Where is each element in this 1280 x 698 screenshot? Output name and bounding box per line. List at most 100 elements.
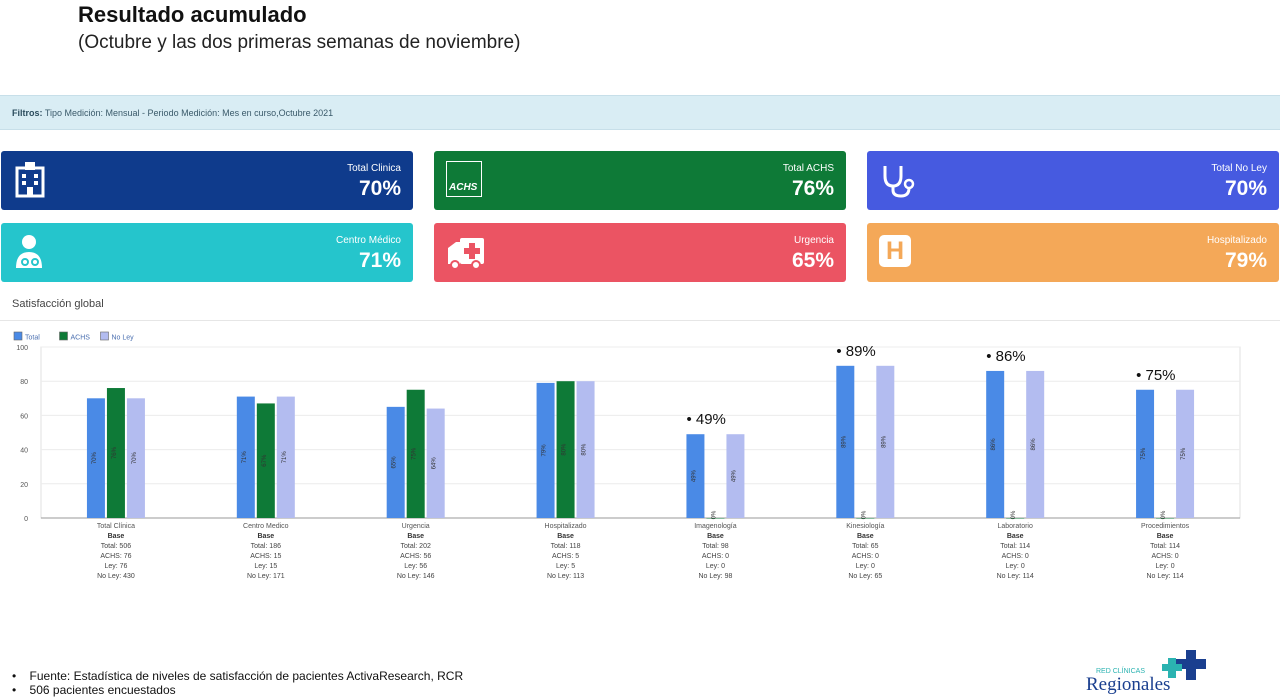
x-tick-label: Centro Medico (243, 523, 289, 530)
base-line: Total: 114 (1150, 543, 1180, 550)
base-line: Total: 118 (551, 543, 581, 550)
bar-value-label: 80% (582, 443, 588, 456)
x-tick-label: Procedimientos (1141, 523, 1190, 530)
base-line: ACHS: 0 (1002, 553, 1029, 560)
bar-value-label: 86% (991, 438, 997, 451)
legend-label: ACHS (71, 335, 91, 342)
base-line: Total: 98 (702, 543, 729, 550)
base-line: ACHS: 0 (702, 553, 729, 560)
kpi-card-total-no-ley[interactable]: Total No Ley 70% (867, 151, 1279, 210)
bar-value-label: 80% (562, 443, 568, 456)
chart-divider (0, 320, 1280, 321)
page-title: Resultado acumulado (78, 2, 307, 27)
base-line: Total: 202 (401, 543, 431, 550)
bar-value-label: 75% (412, 447, 418, 460)
bar-value-label: 70% (132, 451, 138, 464)
base-line: ACHS: 5 (552, 553, 579, 560)
kpi-value: 79% (1224, 249, 1267, 272)
base-title: Base (407, 533, 424, 540)
kpi-card-centro-medico[interactable]: Centro Médico 71% (1, 223, 413, 282)
kpi-label: Urgencia (793, 235, 834, 246)
base-line: ACHS: 0 (852, 553, 879, 560)
bar-value-label: 49% (731, 469, 737, 482)
y-tick-label: 60 (20, 413, 28, 420)
base-line: Total: 186 (251, 543, 281, 550)
filter-label: Filtros: (12, 108, 43, 118)
base-title: Base (707, 533, 724, 540)
base-line: Ley: 5 (556, 563, 575, 570)
base-line: No Ley: 171 (247, 573, 285, 580)
satisfaction-bar-chart: 0 20 40 60 80 100 Total ACHS No Ley 70% 76% 70% Tota… (13, 331, 1241, 580)
bar-value-label: 64% (432, 457, 438, 470)
kpi-label: Total No Ley (1211, 163, 1267, 174)
y-tick-label: 20 (20, 482, 28, 489)
legend-swatch (100, 331, 109, 341)
kpi-label: Centro Médico (335, 235, 401, 246)
logo-main-text: Regionales (1086, 674, 1170, 695)
callout-label: • 86% (986, 348, 1025, 365)
kpi-value: 70% (358, 177, 401, 200)
bar-value-label: 86% (1031, 438, 1037, 451)
x-tick-label: Urgencia (402, 523, 430, 530)
bar-value-label: 67% (262, 454, 268, 467)
red-clinicas-regionales-logo: RED CLÍNICAS Regionales (1086, 650, 1206, 695)
base-line: Ley: 76 (104, 563, 127, 570)
base-line: Ley: 0 (706, 563, 725, 570)
hospital-h-icon: H (879, 235, 911, 267)
kpi-card-total-clinica[interactable]: Total Clinica 70% (1, 151, 413, 210)
kpi-card-total-achs[interactable]: ACHS Total ACHS 76% (434, 151, 846, 210)
base-title: Base (557, 533, 574, 540)
page-subtitle: (Octubre y las dos primeras semanas de n… (78, 32, 521, 53)
bar-value-label: 75% (1141, 447, 1147, 460)
base-line: Ley: 56 (404, 563, 427, 570)
ambulance-icon (448, 238, 484, 270)
callout-label: • 89% (836, 343, 875, 360)
kpi-card-hospitalizado[interactable]: H Hospitalizado 79% (867, 223, 1279, 282)
base-line: No Ley: 114 (997, 573, 1034, 580)
bar-value-label: 0% (711, 510, 717, 519)
footer-source: • Fuente: Estadística de niveles de sati… (12, 669, 464, 683)
bar-value-label: 0% (1011, 510, 1017, 519)
base-line: No Ley: 430 (97, 573, 135, 580)
kpi-value: 70% (1224, 177, 1267, 200)
doctor-icon (16, 235, 42, 268)
kpi-card-urgencia[interactable]: Urgencia 65% (434, 223, 846, 282)
y-tick-label: 100 (16, 345, 28, 352)
kpi-value: 65% (791, 249, 834, 272)
callout-label: • 49% (686, 411, 725, 428)
kpi-value: 71% (358, 249, 401, 272)
achs-logo-text: ACHS (449, 182, 478, 193)
base-line: Total: 506 (101, 543, 131, 550)
legend-swatch (59, 331, 68, 341)
callout-label: • 75% (1136, 367, 1175, 384)
x-tick-label: Laboratorio (997, 523, 1033, 530)
bar-value-label: 70% (92, 451, 98, 464)
bar-value-label: 0% (861, 510, 867, 519)
stethoscope-icon (883, 166, 915, 198)
legend-label: Total (25, 335, 40, 342)
filter-value: Tipo Medición: Mensual - Periodo Medició… (44, 108, 334, 118)
base-title: Base (257, 533, 274, 540)
bar-value-label: 89% (841, 435, 847, 448)
base-title: Base (108, 533, 125, 540)
x-tick-label: Hospitalizado (545, 523, 587, 530)
bar-value-label: 89% (881, 435, 887, 448)
chart-panel-title: Satisfacción global (12, 298, 104, 310)
kpi-label: Total Clinica (347, 163, 401, 174)
base-line: Total: 65 (852, 543, 879, 550)
x-tick-label: Kinesiología (846, 523, 884, 530)
bar-value-label: 0% (1161, 510, 1167, 519)
base-line: Ley: 0 (1006, 563, 1025, 570)
kpi-label: Hospitalizado (1206, 235, 1267, 246)
y-tick-label: 0 (24, 516, 28, 523)
base-line: ACHS: 15 (250, 553, 281, 560)
bar-value-label: 79% (542, 444, 548, 457)
y-tick-label: 40 (20, 448, 28, 455)
base-line: No Ley: 114 (1146, 573, 1183, 580)
hospital-h-letter: H (885, 237, 905, 265)
base-line: ACHS: 0 (1151, 553, 1178, 560)
x-tick-label: Total Clínica (97, 523, 135, 530)
bar-value-label: 76% (112, 446, 118, 459)
footer-count-text: 506 pacientes encuestados (29, 683, 176, 697)
base-line: No Ley: 65 (848, 573, 882, 580)
